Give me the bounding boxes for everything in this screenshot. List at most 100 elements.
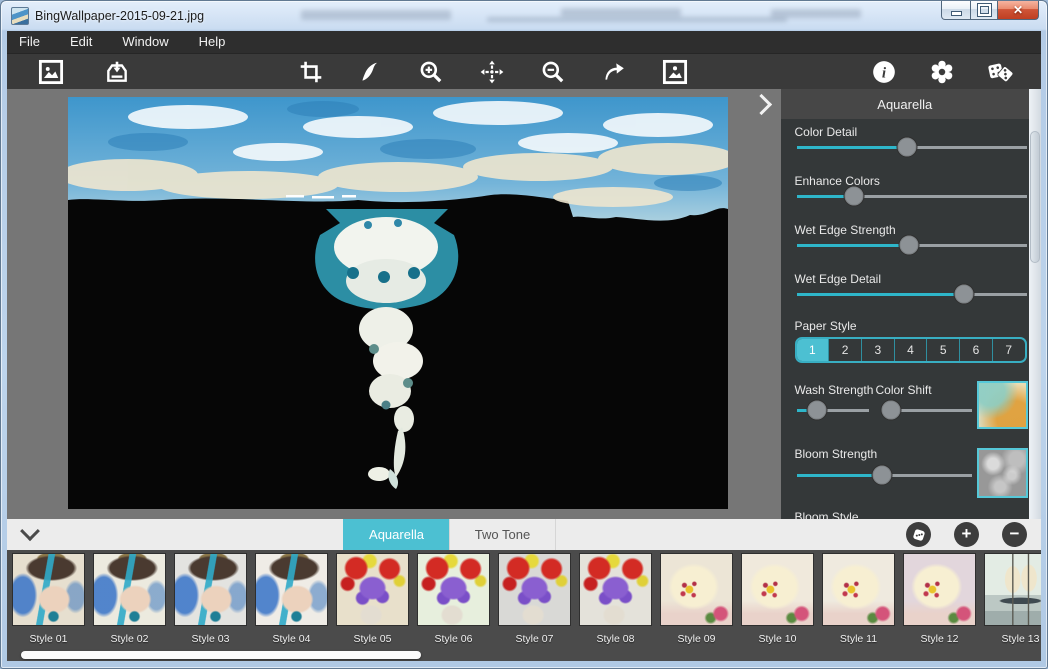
style-item[interactable]: Style 06 — [417, 553, 490, 645]
settings-button[interactable] — [926, 57, 958, 87]
image-preview-button[interactable] — [659, 57, 691, 87]
crop-button[interactable] — [295, 57, 327, 87]
color-detail-slider[interactable] — [797, 136, 1027, 158]
menu-window[interactable]: Window — [107, 31, 183, 53]
paper-style-label: Paper Style — [795, 319, 857, 333]
random-style-button[interactable] — [906, 522, 931, 547]
slider-thumb[interactable] — [880, 400, 901, 421]
dice-small-icon — [911, 527, 927, 543]
toolbar: i — [7, 53, 1041, 89]
paper-style-option-7[interactable]: 7 — [992, 339, 1025, 361]
brush-curve-icon — [357, 59, 383, 85]
crop-icon — [298, 59, 324, 85]
tab-two-tone[interactable]: Two Tone — [449, 519, 556, 550]
bloom-strength-slider[interactable] — [797, 464, 972, 486]
pan-move-button[interactable] — [476, 57, 508, 87]
style-list: Style 01 Style 02 Style 03 Style 04 Styl… — [12, 553, 1041, 645]
zoom-in-icon — [418, 59, 444, 85]
redo-icon — [600, 59, 626, 85]
adjustments-panel: Aquarella Color Detail Enhance Colors We… — [781, 89, 1030, 519]
bloom-style-label: Bloom Style — [795, 510, 859, 519]
save-image-button[interactable] — [101, 57, 133, 87]
strip-scrollbar[interactable] — [21, 651, 421, 659]
zoom-out-icon — [540, 59, 566, 85]
style-item[interactable]: Style 04 — [255, 553, 328, 645]
paper-style-option-5[interactable]: 5 — [926, 339, 959, 361]
window-content: File Edit Window Help — [7, 31, 1041, 661]
paper-style-option-2[interactable]: 2 — [828, 339, 861, 361]
style-item[interactable]: Style 03 — [174, 553, 247, 645]
collapse-panel-chevron[interactable] — [750, 94, 771, 115]
plus-icon: + — [962, 525, 972, 542]
wet-edge-strength-slider[interactable] — [797, 234, 1027, 256]
paper-style-option-1[interactable]: 1 — [797, 339, 829, 361]
slider-thumb[interactable] — [844, 186, 865, 207]
slider-thumb[interactable] — [954, 284, 975, 305]
style-item[interactable]: Style 10 — [741, 553, 814, 645]
collapse-strip-chevron[interactable] — [20, 521, 40, 541]
bottom-tab-bar: Aquarella Two Tone + − — [7, 519, 1041, 550]
save-image-icon — [103, 59, 131, 85]
app-window: BingWallpaper-2015-09-21.jpg ✕ File Edit… — [0, 0, 1048, 669]
canvas-image: b — [68, 97, 728, 509]
style-item[interactable]: Style 07 — [498, 553, 571, 645]
slider-thumb[interactable] — [807, 400, 828, 421]
app-icon — [11, 7, 29, 25]
paper-style-option-3[interactable]: 3 — [861, 339, 894, 361]
canvas-area[interactable]: b — [7, 89, 781, 519]
minimize-button[interactable] — [941, 1, 971, 20]
style-item[interactable]: Style 09 — [660, 553, 733, 645]
randomize-button[interactable] — [984, 57, 1016, 87]
style-item[interactable]: Style 05 — [336, 553, 409, 645]
style-item[interactable]: Style 02 — [93, 553, 166, 645]
bloom-texture-thumbnail[interactable] — [977, 448, 1028, 498]
info-button[interactable]: i — [868, 57, 900, 87]
info-icon: i — [871, 59, 897, 85]
menu-file[interactable]: File — [7, 31, 55, 53]
image-preview-icon — [661, 59, 689, 85]
style-item[interactable]: Style 12 — [903, 553, 976, 645]
slider-thumb[interactable] — [899, 235, 920, 256]
tab-aquarella[interactable]: Aquarella — [343, 519, 449, 550]
close-icon: ✕ — [1013, 4, 1023, 16]
menu-help[interactable]: Help — [184, 31, 241, 53]
wash-strength-slider[interactable] — [797, 399, 869, 421]
maximize-icon — [978, 4, 991, 16]
zoom-strip-in-button[interactable]: + — [954, 522, 979, 547]
pan-move-icon — [479, 59, 505, 85]
panel-scrollbar[interactable] — [1029, 89, 1041, 519]
slider-thumb[interactable] — [872, 465, 893, 486]
zoom-in-button[interactable] — [415, 57, 447, 87]
panel-scrollbar-thumb[interactable] — [1030, 131, 1040, 263]
maximize-button[interactable] — [970, 1, 998, 20]
title-bar[interactable]: BingWallpaper-2015-09-21.jpg — [1, 1, 1047, 31]
style-item[interactable]: Style 13 — [984, 553, 1041, 645]
paper-style-option-6[interactable]: 6 — [959, 339, 992, 361]
style-item[interactable]: Style 11 — [822, 553, 895, 645]
color-shift-slider[interactable] — [882, 399, 972, 421]
menu-edit[interactable]: Edit — [55, 31, 107, 53]
style-item[interactable]: Style 08 — [579, 553, 652, 645]
slider-thumb[interactable] — [896, 137, 917, 158]
enhance-colors-slider[interactable] — [797, 185, 1027, 207]
paper-style-option-4[interactable]: 4 — [894, 339, 927, 361]
zoom-strip-out-button[interactable]: − — [1002, 522, 1027, 547]
bloom-strength-label: Bloom Strength — [795, 447, 878, 461]
style-item[interactable]: Style 01 — [12, 553, 85, 645]
close-button[interactable]: ✕ — [997, 1, 1039, 20]
zoom-out-button[interactable] — [537, 57, 569, 87]
style-strip: Style 01 Style 02 Style 03 Style 04 Styl… — [7, 550, 1041, 661]
open-image-button[interactable] — [35, 57, 67, 87]
color-shift-label: Color Shift — [876, 383, 932, 397]
redo-button[interactable] — [597, 57, 629, 87]
brush-curve-button[interactable] — [354, 57, 386, 87]
menu-bar: File Edit Window Help — [7, 31, 1041, 53]
window-title: BingWallpaper-2015-09-21.jpg — [35, 9, 204, 23]
settings-gear-icon — [929, 59, 955, 85]
wash-texture-thumbnail[interactable] — [977, 381, 1028, 429]
minus-icon: − — [1010, 525, 1020, 542]
wet-edge-detail-slider[interactable] — [797, 283, 1027, 305]
paper-style-selector: 1 2 3 4 5 6 7 — [795, 337, 1027, 363]
wash-strength-label: Wash Strength — [795, 383, 874, 397]
panel-title: Aquarella — [781, 89, 1030, 119]
